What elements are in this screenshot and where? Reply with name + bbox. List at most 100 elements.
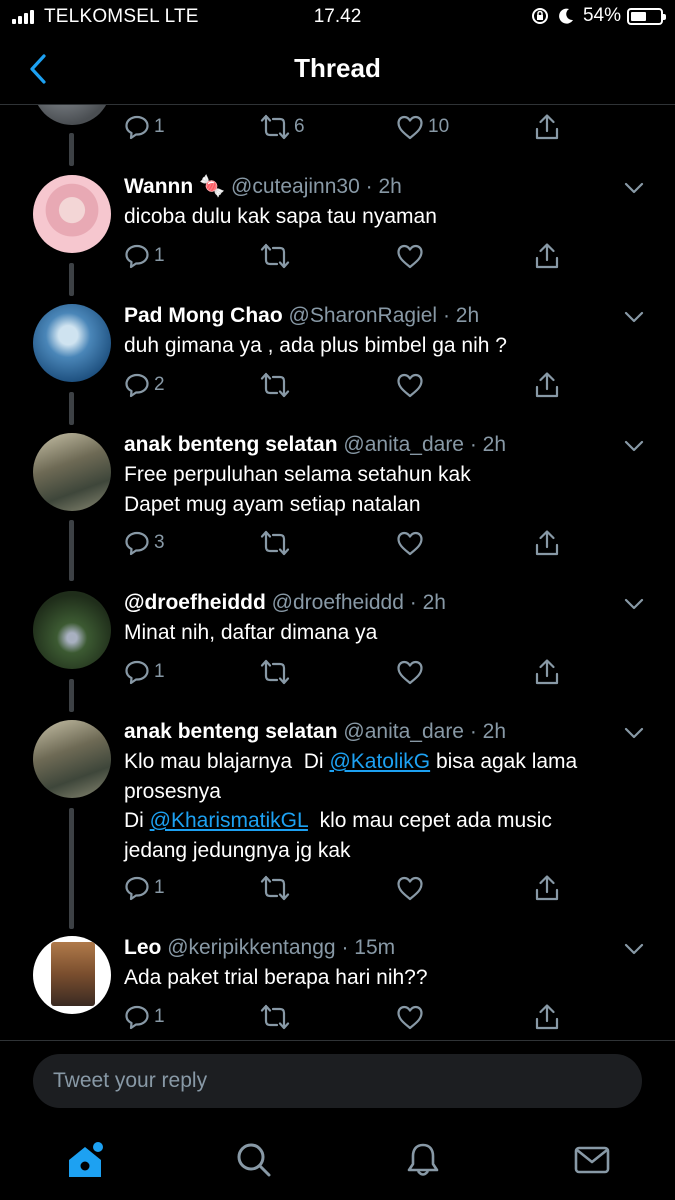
like-button[interactable] bbox=[396, 241, 424, 271]
thread-feed[interactable]: 1 6 10 Wannn 🍬 @cuteajinn30 · 2h dicoba … bbox=[0, 105, 675, 1040]
username[interactable]: @SharonRagiel bbox=[289, 304, 438, 327]
mail-icon bbox=[574, 1146, 610, 1174]
reply-icon bbox=[125, 876, 149, 901]
display-name[interactable]: @droefheiddd bbox=[124, 591, 266, 614]
retweet-button[interactable] bbox=[260, 528, 290, 558]
reply-button[interactable]: 2 bbox=[124, 370, 165, 400]
chevron-down-icon[interactable] bbox=[623, 435, 645, 457]
mention-link[interactable]: @KatolikG bbox=[329, 750, 430, 773]
retweet-button[interactable] bbox=[260, 1002, 290, 1032]
reply-count: 1 bbox=[154, 877, 165, 898]
tab-home[interactable] bbox=[63, 1138, 107, 1182]
heart-icon bbox=[397, 531, 423, 556]
tweet-text: Ada paket trial berapa hari nih?? bbox=[124, 966, 428, 989]
tab-search[interactable] bbox=[232, 1138, 276, 1182]
like-button[interactable] bbox=[396, 873, 424, 903]
reply-icon bbox=[125, 1005, 149, 1030]
search-icon bbox=[237, 1143, 271, 1177]
reply-input[interactable] bbox=[33, 1054, 642, 1108]
avatar[interactable] bbox=[33, 433, 111, 511]
display-name[interactable]: Leo bbox=[124, 936, 161, 959]
tweet-actions: 1 bbox=[124, 657, 564, 687]
avatar[interactable] bbox=[33, 720, 111, 798]
timestamp: · 2h bbox=[469, 433, 507, 456]
retweet-button[interactable] bbox=[260, 657, 290, 687]
display-name[interactable]: anak benteng selatan bbox=[124, 433, 338, 456]
reply-icon bbox=[125, 115, 149, 140]
timestamp: · 15m bbox=[341, 936, 396, 959]
reply-button[interactable]: 1 bbox=[124, 241, 165, 271]
like-button[interactable] bbox=[396, 657, 424, 687]
avatar[interactable] bbox=[33, 105, 111, 125]
tweet-actions: 1 bbox=[124, 873, 564, 903]
display-name[interactable]: Wannn 🍬 bbox=[124, 175, 225, 198]
share-button[interactable] bbox=[534, 370, 560, 400]
home-icon bbox=[69, 1142, 103, 1177]
username[interactable]: @anita_dare bbox=[343, 720, 464, 743]
username[interactable]: @cuteajinn30 bbox=[231, 175, 360, 198]
chevron-down-icon[interactable] bbox=[623, 593, 645, 615]
avatar[interactable] bbox=[33, 591, 111, 669]
avatar[interactable] bbox=[33, 175, 111, 253]
display-name[interactable]: Pad Mong Chao bbox=[124, 304, 283, 327]
tab-notifications[interactable] bbox=[401, 1138, 445, 1182]
battery-icon bbox=[627, 7, 666, 25]
page-title: Thread bbox=[294, 53, 381, 83]
chevron-down-icon[interactable] bbox=[623, 722, 645, 744]
heart-icon bbox=[397, 244, 423, 269]
like-button[interactable] bbox=[396, 1002, 424, 1032]
reply-button[interactable]: 1 bbox=[124, 657, 165, 687]
tweet-text: Minat nih, daftar dimana ya bbox=[124, 621, 378, 644]
reply-button[interactable]: 3 bbox=[124, 528, 165, 558]
display-name[interactable]: anak benteng selatan bbox=[124, 720, 338, 743]
avatar[interactable] bbox=[33, 304, 111, 382]
share-button[interactable] bbox=[534, 112, 560, 142]
share-button[interactable] bbox=[534, 528, 560, 558]
heart-icon bbox=[397, 876, 423, 901]
username[interactable]: @droefheiddd bbox=[272, 591, 404, 614]
username[interactable]: @keripikkentangg bbox=[167, 936, 335, 959]
reply-button[interactable]: 1 bbox=[124, 873, 165, 903]
mention-link[interactable]: @KharismatikGL bbox=[150, 809, 308, 832]
reply-bar bbox=[0, 1040, 675, 1120]
tab-bar bbox=[0, 1120, 675, 1200]
reply-count: 1 bbox=[154, 245, 165, 266]
chevron-down-icon[interactable] bbox=[623, 306, 645, 328]
share-button[interactable] bbox=[534, 873, 560, 903]
retweet-button[interactable] bbox=[260, 370, 290, 400]
thread-connector bbox=[69, 133, 74, 166]
reply-button[interactable]: 1 bbox=[124, 112, 165, 142]
chevron-down-icon[interactable] bbox=[623, 177, 645, 199]
retweet-button[interactable]: 6 bbox=[260, 112, 305, 142]
share-button[interactable] bbox=[534, 1002, 560, 1032]
like-button[interactable] bbox=[396, 528, 424, 558]
retweet-button[interactable] bbox=[260, 873, 290, 903]
retweet-icon bbox=[260, 372, 290, 398]
timestamp: · 2h bbox=[409, 591, 446, 614]
retweet-count: 6 bbox=[294, 116, 305, 137]
share-button[interactable] bbox=[534, 241, 560, 271]
reply-icon bbox=[125, 660, 149, 685]
tab-messages[interactable] bbox=[570, 1138, 614, 1182]
retweet-button[interactable] bbox=[260, 241, 290, 271]
battery-fill bbox=[631, 11, 646, 21]
bell-icon bbox=[407, 1143, 439, 1176]
retweet-icon bbox=[260, 530, 290, 556]
heart-icon bbox=[397, 1005, 423, 1030]
retweet-icon bbox=[260, 243, 290, 269]
share-button[interactable] bbox=[534, 657, 560, 687]
heart-icon bbox=[397, 660, 423, 685]
retweet-icon bbox=[260, 114, 290, 140]
share-icon bbox=[535, 659, 559, 685]
tweet-actions: 1 bbox=[124, 241, 564, 271]
retweet-icon bbox=[260, 875, 290, 901]
reply-button[interactable]: 1 bbox=[124, 1002, 165, 1032]
share-icon bbox=[535, 372, 559, 398]
thread-connector bbox=[69, 263, 74, 296]
chevron-down-icon[interactable] bbox=[623, 938, 645, 960]
like-button[interactable] bbox=[396, 370, 424, 400]
tweet-text: dicoba dulu kak sapa tau nyaman bbox=[124, 205, 437, 228]
avatar[interactable] bbox=[33, 936, 111, 1014]
username[interactable]: @anita_dare bbox=[343, 433, 464, 456]
like-button[interactable]: 10 bbox=[396, 112, 449, 142]
